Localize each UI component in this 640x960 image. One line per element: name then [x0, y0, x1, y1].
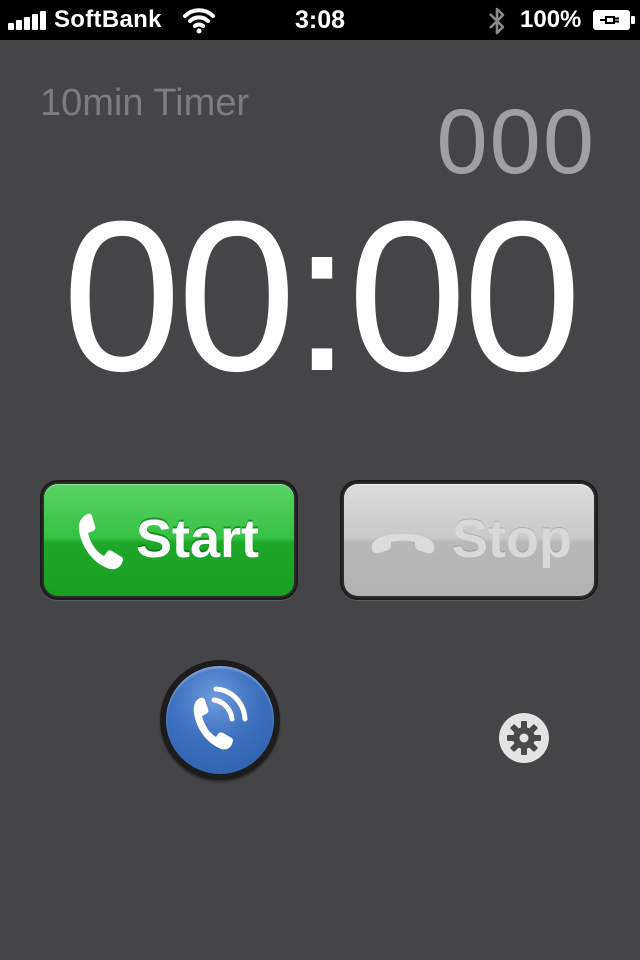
- start-button[interactable]: Start: [44, 484, 294, 596]
- gear-icon[interactable]: [498, 712, 550, 764]
- start-button-label: Start: [136, 509, 260, 569]
- call-button-face: [166, 666, 274, 774]
- start-button-frame: Start: [40, 480, 298, 600]
- phone-handset-icon: [78, 513, 123, 570]
- stop-button[interactable]: Stop: [344, 484, 594, 596]
- stop-button-label: Stop: [452, 509, 572, 569]
- call-counter: 000: [436, 91, 596, 193]
- battery-charging-icon: [593, 10, 635, 30]
- status-bar: SoftBank 3:08 100%: [0, 0, 640, 40]
- stop-button-frame: Stop: [340, 480, 598, 600]
- timer-title: 10min Timer: [40, 82, 250, 124]
- phone-ringing-icon: [193, 686, 248, 750]
- hang-up-icon: [371, 534, 435, 554]
- battery-percent: 100%: [520, 6, 582, 33]
- call-button[interactable]: [160, 660, 280, 780]
- timer-display: 00:00: [62, 177, 582, 416]
- bluetooth-icon: [489, 7, 505, 35]
